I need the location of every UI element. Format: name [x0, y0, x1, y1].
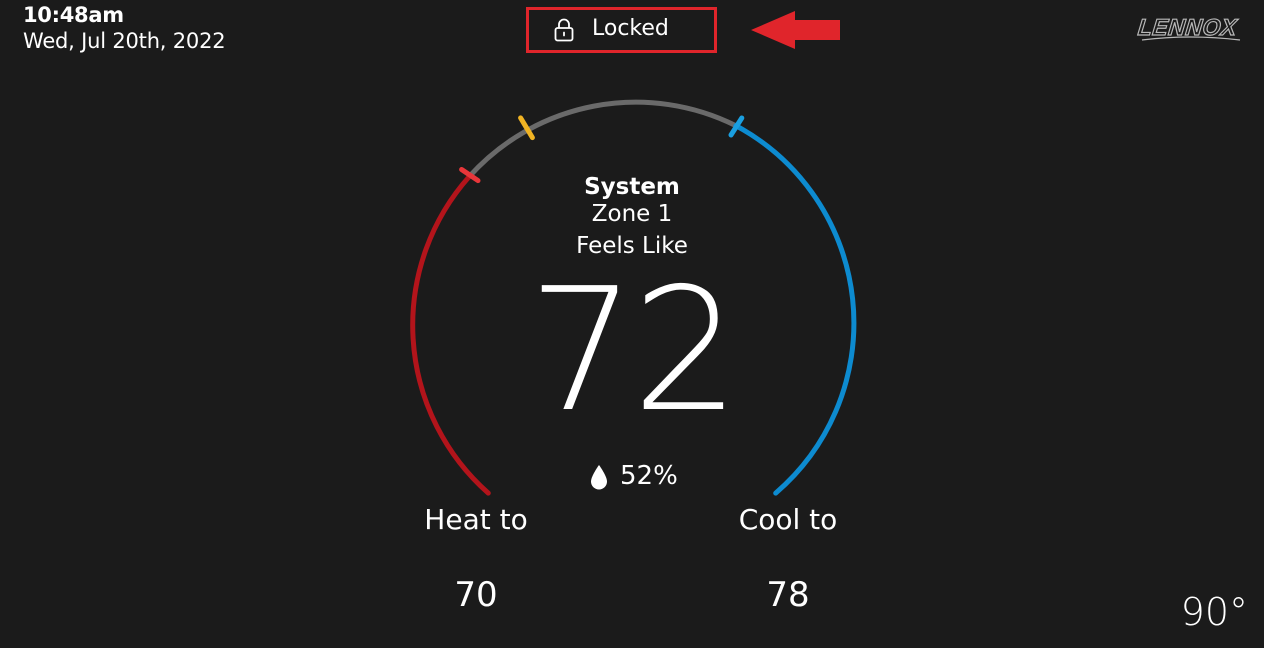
heat-to-label: Heat to — [424, 503, 528, 536]
cool-setpoint-value[interactable]: 78 — [688, 575, 888, 615]
indoor-temperature: 72 — [527, 252, 740, 450]
outdoor-temperature[interactable]: 90° — [1181, 590, 1248, 634]
system-label: System — [584, 174, 680, 200]
cool-to-label: Cool to — [738, 503, 838, 536]
humidity-readout: 52% — [588, 461, 698, 495]
heat-setpoint-value[interactable]: 70 — [376, 575, 576, 615]
dial-neutral-arc — [466, 99, 739, 180]
humidity-value: 52% — [620, 461, 678, 491]
water-drop-icon — [591, 465, 607, 490]
zone-label: Zone 1 — [591, 201, 673, 227]
